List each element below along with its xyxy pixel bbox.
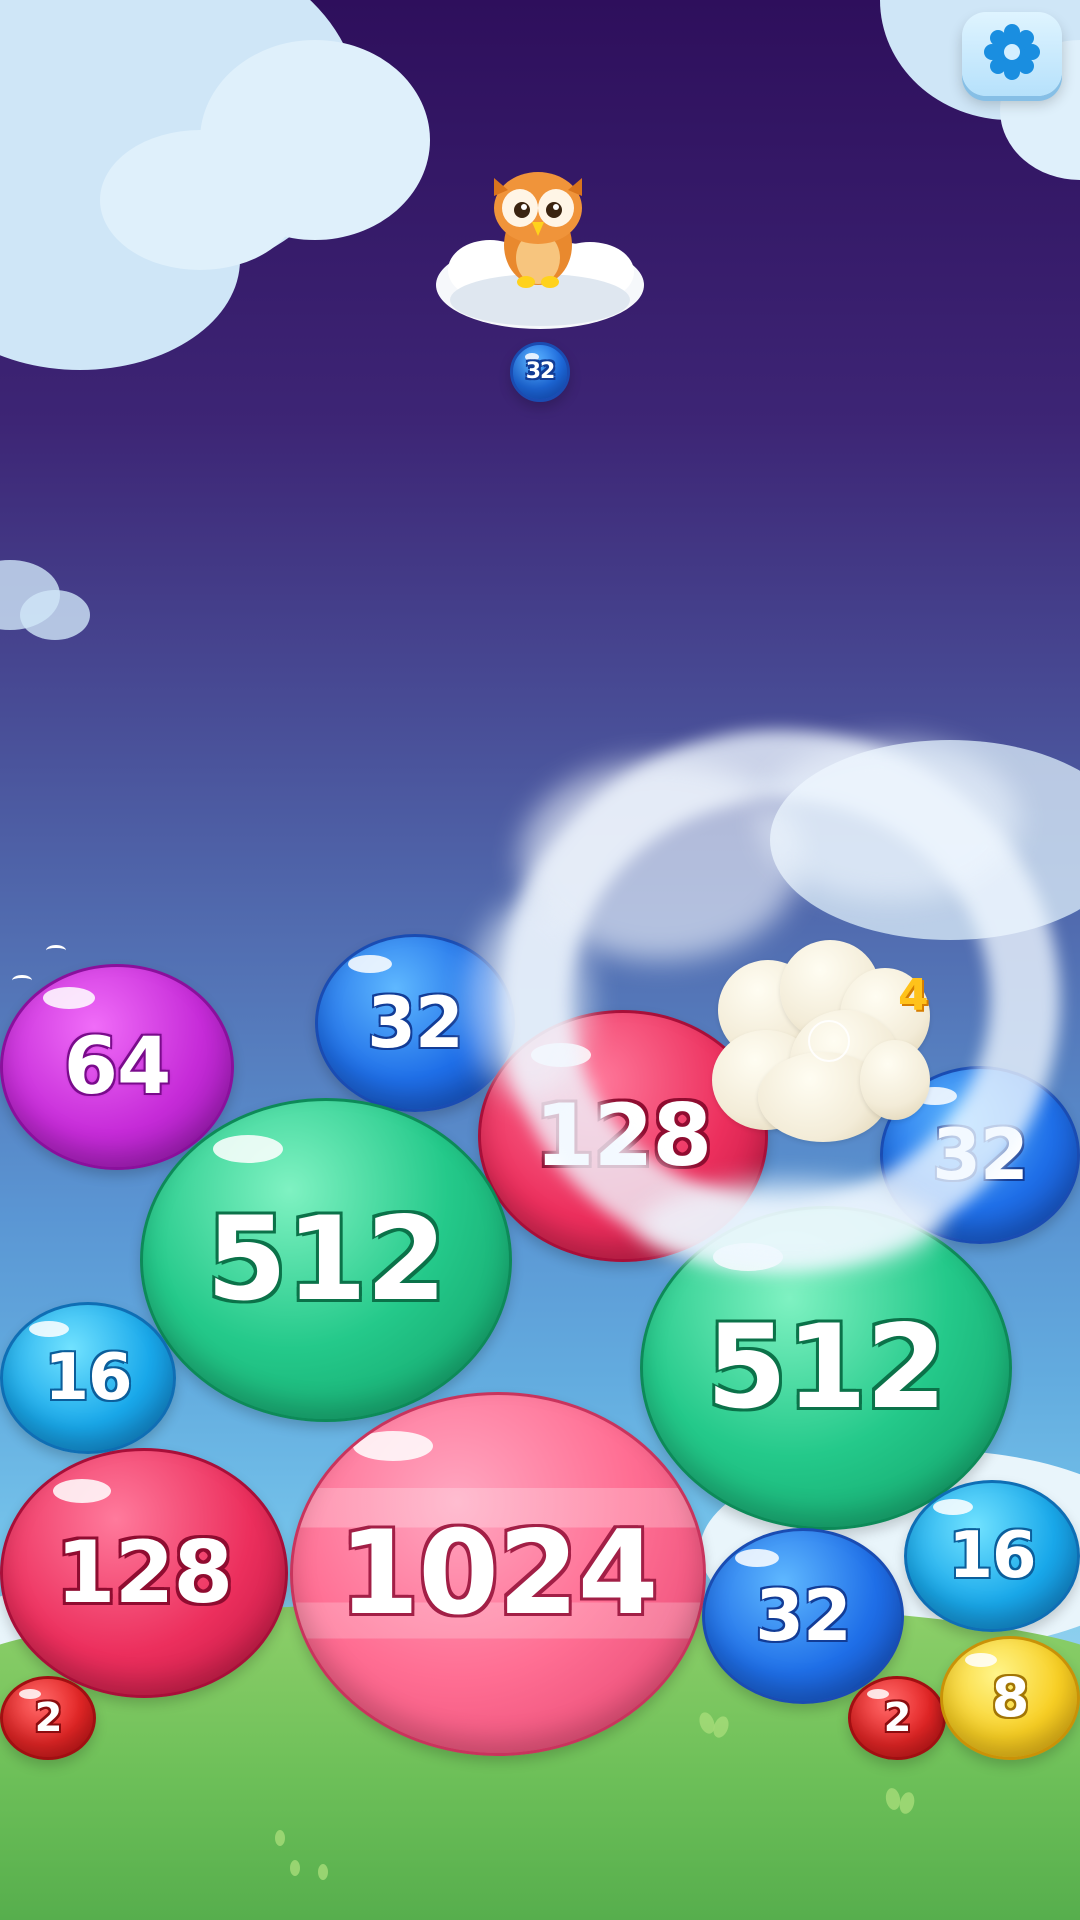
target-reticle-icon — [808, 1020, 850, 1062]
bubble[interactable]: 32 — [702, 1528, 904, 1704]
owl-on-cloud-icon — [436, 172, 644, 329]
bubble-value: 32 — [755, 1575, 851, 1657]
bubble-value: 32 — [932, 1114, 1028, 1196]
bubble-value: 64 — [63, 1022, 172, 1112]
settings-button[interactable] — [962, 12, 1062, 96]
bubble-value: 16 — [44, 1341, 132, 1415]
bird-icon — [46, 945, 66, 956]
bubble-value: 128 — [55, 1523, 234, 1623]
bubble[interactable]: 128 — [0, 1448, 288, 1698]
bubble-value: 128 — [534, 1086, 713, 1186]
bubble-value: 2 — [34, 1695, 63, 1741]
owl-launcher — [430, 150, 650, 340]
bubble-value: 512 — [206, 1192, 446, 1327]
bubble-value: 32 — [367, 982, 463, 1064]
gear-icon — [984, 24, 1040, 84]
bubble[interactable]: 16 — [904, 1480, 1080, 1632]
bubble[interactable]: 16 — [0, 1302, 176, 1454]
bubble-value: 1024 — [338, 1506, 659, 1641]
bubble-value: 8 — [991, 1666, 1030, 1729]
game-canvas[interactable]: 32 64 32 128 32 512 512 16 128 1024 16 3… — [0, 0, 1080, 1920]
bubble[interactable]: 1024 — [290, 1392, 706, 1756]
leaf-icon — [318, 1864, 328, 1880]
bird-icon — [12, 975, 32, 986]
bubble-value: 512 — [706, 1300, 946, 1435]
next-bubble-value: 32 — [525, 359, 556, 384]
bubble[interactable]: 8 — [940, 1636, 1080, 1760]
leaf-icon — [275, 1830, 285, 1846]
bubble[interactable]: 512 — [140, 1098, 512, 1422]
combo-value: 4 — [898, 970, 929, 1021]
leaf-icon — [290, 1860, 300, 1876]
bubble[interactable]: 512 — [640, 1206, 1012, 1530]
bubble[interactable]: 2 — [0, 1676, 96, 1760]
bubble-value: 16 — [948, 1519, 1036, 1593]
bubble[interactable]: 2 — [848, 1676, 946, 1760]
bubble-value: 2 — [883, 1695, 912, 1741]
bubble[interactable]: 32 — [315, 934, 515, 1112]
next-bubble: 32 — [510, 342, 570, 402]
bubble[interactable]: 64 — [0, 964, 234, 1170]
